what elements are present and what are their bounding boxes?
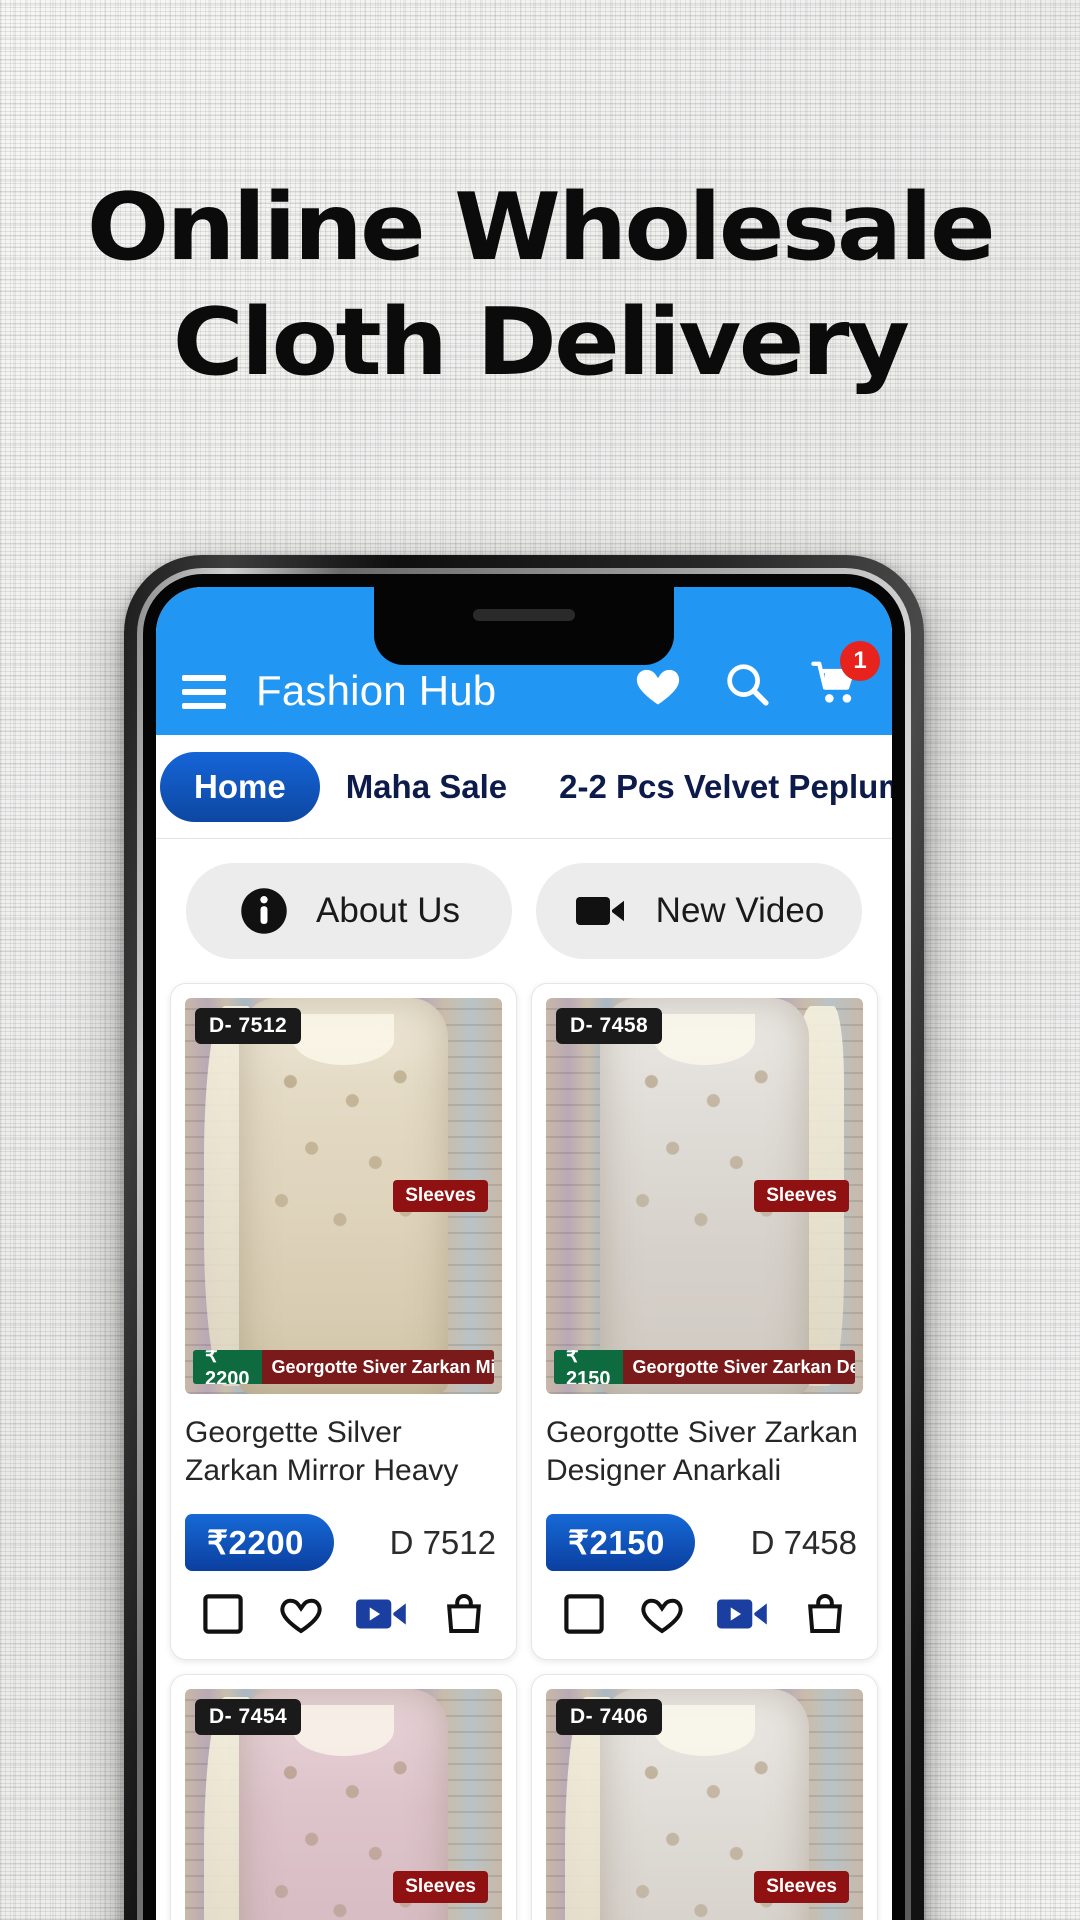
heart-icon[interactable]	[275, 1590, 327, 1638]
new-video-button[interactable]: New Video	[536, 863, 862, 959]
image-code-badge: D- 7512	[195, 1008, 302, 1044]
product-card[interactable]: D- 7454 Sleeves	[170, 1674, 517, 1920]
image-code-badge: D- 7406	[556, 1699, 663, 1735]
headline-line-1: Online Wholesale	[86, 173, 996, 281]
hamburger-line	[182, 703, 226, 709]
notch-speaker	[473, 609, 575, 621]
overlay-price: ₹ 2200	[193, 1350, 262, 1384]
product-actions	[185, 1571, 502, 1649]
product-title: Georgotte Siver Zarkan Designer Anarkali	[546, 1416, 858, 1487]
bag-icon[interactable]	[801, 1589, 849, 1639]
image-code-badge: D- 7458	[556, 1008, 663, 1044]
product-card[interactable]: D- 7512 Sleeves ₹ 2200 Georgotte Siver Z…	[170, 983, 517, 1660]
about-us-label: About Us	[316, 891, 460, 930]
select-box-icon[interactable]	[560, 1590, 608, 1638]
sleeves-badge: Sleeves	[754, 1180, 849, 1213]
product-code: D 7458	[750, 1523, 857, 1561]
info-icon	[241, 888, 287, 934]
search-icon	[727, 664, 769, 706]
tab-home[interactable]: Home	[160, 751, 320, 822]
overlay-price: ₹ 2150	[554, 1350, 623, 1384]
dress-embroidery	[615, 1053, 794, 1292]
cart-button[interactable]: 1	[808, 641, 880, 711]
product-card[interactable]: D- 7458 Sleeves ₹ 2150 Georgotte Siver Z…	[531, 983, 878, 1660]
image-price-strip: ₹ 2150 Georgotte Siver Zarkan Designer A…	[554, 1350, 855, 1384]
wishlist-button[interactable]	[630, 659, 686, 711]
tab-velvet-peplum[interactable]: 2-2 Pcs Velvet Peplum	[533, 768, 892, 806]
select-box-icon[interactable]	[199, 1590, 247, 1638]
sleeves-badge: Sleeves	[754, 1871, 849, 1904]
image-price-strip: ₹ 2200 Georgotte Siver Zarkan Mirror Des…	[193, 1350, 494, 1384]
hamburger-menu-icon[interactable]	[182, 675, 226, 709]
bag-icon[interactable]	[440, 1589, 488, 1639]
heart-icon	[636, 669, 680, 705]
category-tabs[interactable]: Home Maha Sale 2-2 Pcs Velvet Peplum Zar…	[156, 735, 892, 839]
sleeves-badge: Sleeves	[393, 1871, 488, 1904]
product-image[interactable]: D- 7454 Sleeves	[185, 1689, 502, 1920]
product-image[interactable]: D- 7406 Sleeves	[546, 1689, 863, 1920]
new-video-label: New Video	[655, 891, 825, 930]
price-row: ₹2200 D 7512	[185, 1514, 502, 1571]
overlay-name: Georgotte Siver Zarkan Designer Anarkali	[622, 1350, 855, 1384]
product-card[interactable]: D- 7406 Sleeves	[531, 1674, 878, 1920]
product-code: D 7512	[389, 1523, 496, 1561]
video-icon[interactable]	[354, 1591, 412, 1637]
product-title: Georgette Silver Zarkan Mirror Heavy Ana…	[185, 1416, 459, 1487]
product-price: ₹2200	[185, 1514, 334, 1571]
app-title: Fashion Hub	[256, 667, 497, 714]
product-image[interactable]: D- 7512 Sleeves ₹ 2200 Georgotte Siver Z…	[185, 998, 502, 1394]
headline-line-2: Cloth Delivery	[172, 288, 910, 396]
overlay-name: Georgotte Siver Zarkan Mirror Designer A…	[261, 1350, 494, 1384]
phone-screen: Fashion Hub 1 Home Maha Sale 2-2 Pcs Vel…	[156, 587, 892, 1920]
image-code-badge: D- 7454	[195, 1699, 302, 1735]
phone-mockup: Fashion Hub 1 Home Maha Sale 2-2 Pcs Vel…	[124, 555, 924, 1920]
phone-notch	[374, 587, 674, 665]
hamburger-line	[182, 675, 226, 681]
product-image[interactable]: D- 7458 Sleeves ₹ 2150 Georgotte Siver Z…	[546, 998, 863, 1394]
price-row: ₹2150 D 7458	[546, 1514, 863, 1571]
tab-maha-sale[interactable]: Maha Sale	[320, 768, 533, 806]
video-camera-icon	[575, 897, 624, 925]
video-icon[interactable]	[715, 1591, 773, 1637]
promo-headline: Online Wholesale Cloth Delivery	[0, 170, 1080, 400]
product-grid: D- 7512 Sleeves ₹ 2200 Georgotte Siver Z…	[156, 977, 892, 1920]
product-price: ₹2150	[546, 1514, 695, 1571]
sleeves-badge: Sleeves	[393, 1180, 488, 1213]
about-us-button[interactable]: About Us	[186, 863, 512, 959]
hamburger-line	[182, 689, 226, 695]
dress-embroidery	[254, 1053, 433, 1292]
search-button[interactable]	[720, 657, 774, 711]
cart-badge: 1	[840, 641, 880, 681]
product-actions	[546, 1571, 863, 1649]
heart-icon[interactable]	[636, 1590, 688, 1638]
quick-action-row: About Us New Video	[156, 839, 892, 977]
